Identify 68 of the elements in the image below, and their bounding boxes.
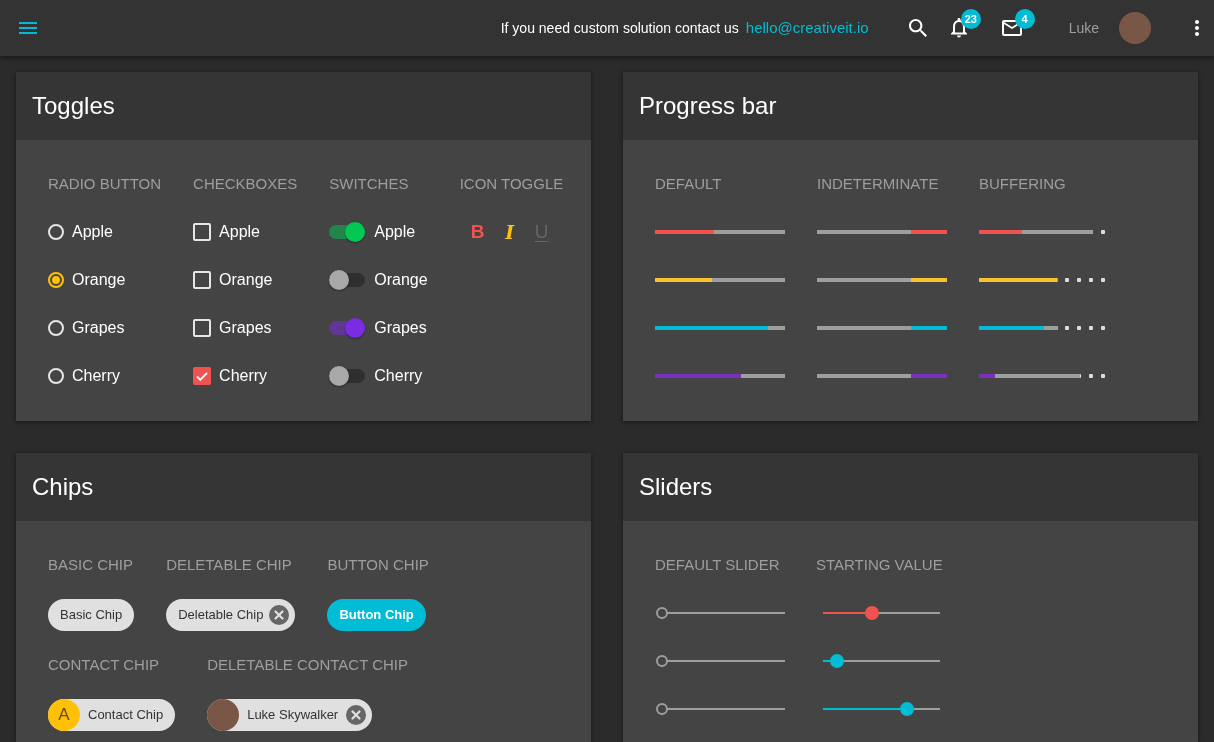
column-heading: CONTACT CHIP [48,655,161,675]
checkbox-label: Grapes [219,318,272,338]
column-heading: BUFFERING [979,174,1067,194]
switch-label: Grapes [374,318,427,338]
card-title: Toggles [32,91,115,121]
column-heading: BASIC CHIP [48,555,135,575]
contact-chip[interactable]: Luke Skywalker [207,699,373,731]
contact-message: If you need custom solution contact us [500,18,739,38]
checkbox-label: Cherry [219,366,268,386]
checkbox-label: Orange [219,270,273,290]
toggle-switch[interactable] [329,366,366,386]
notification-badge: 23 [960,9,981,30]
radio-button[interactable] [48,368,64,384]
radio-button[interactable] [48,320,64,336]
switch-label: Apple [374,222,416,242]
column-heading: SWITCHES [329,174,410,194]
column-heading: CHECKBOXES [193,174,298,194]
format-toggle[interactable]: I [493,219,526,245]
switch-label: Orange [374,270,428,290]
checkbox-label: Apple [219,222,260,242]
column-heading: RADIO BUTTON [48,174,162,194]
chip-label: Contact Chip [88,706,164,725]
column-heading: BUTTON CHIP [327,555,429,575]
column-heading: DELETABLE CHIP [166,555,293,575]
search-icon[interactable] [908,19,927,37]
chip-label: Luke Skywalker [247,706,339,725]
more-icon[interactable] [1195,20,1199,36]
card-title: Sliders [639,472,713,502]
message-badge: 4 [1014,9,1035,29]
switch-thumb[interactable] [345,318,366,338]
email-link[interactable]: hello@creativeit.io [745,16,869,40]
column-heading: DEFAULT [655,174,723,194]
slider-thumb[interactable] [830,654,845,668]
checkbox[interactable] [193,367,212,385]
radio-label: Orange [72,270,126,290]
slider-thumb[interactable] [656,607,668,619]
letter-avatar: A [48,699,80,731]
basic-chip: Basic Chip [48,599,135,631]
column-heading: DELETABLE CONTACT CHIP [207,655,409,675]
switch-thumb[interactable] [329,270,350,290]
card-title: Progress bar [639,91,777,121]
deletable-chip[interactable]: Deletable Chip [166,599,296,631]
chip-label: Deletable Chip [178,606,264,625]
radio-label: Cherry [72,366,120,386]
slider-thumb[interactable] [865,606,880,620]
menu-icon[interactable] [19,22,37,34]
close-icon[interactable] [269,605,290,625]
user-name[interactable]: Luke [1068,17,1099,39]
column-heading: STARTING VALUE [816,555,944,575]
radio-button[interactable] [48,224,64,240]
toggle-switch[interactable] [329,270,366,290]
radio-label: Apple [72,222,113,242]
avatar-photo [207,699,240,731]
card-title: Chips [32,472,94,502]
switch-label: Cherry [374,366,423,386]
column-heading: ICON TOGGLE [459,174,564,194]
slider-thumb[interactable] [900,702,915,716]
radio-button[interactable] [48,272,64,288]
switch-thumb[interactable] [329,366,350,386]
checkmark-icon [196,371,209,381]
close-icon[interactable] [346,705,367,725]
switch-thumb[interactable] [345,222,366,242]
column-heading: INDETERMINATE [817,174,940,194]
column-heading: DEFAULT SLIDER [655,555,781,575]
slider-thumb[interactable] [656,655,668,667]
contact-chip[interactable]: A Contact Chip [48,699,176,731]
slider-thumb[interactable] [656,703,668,715]
radio-label: Grapes [72,318,125,338]
